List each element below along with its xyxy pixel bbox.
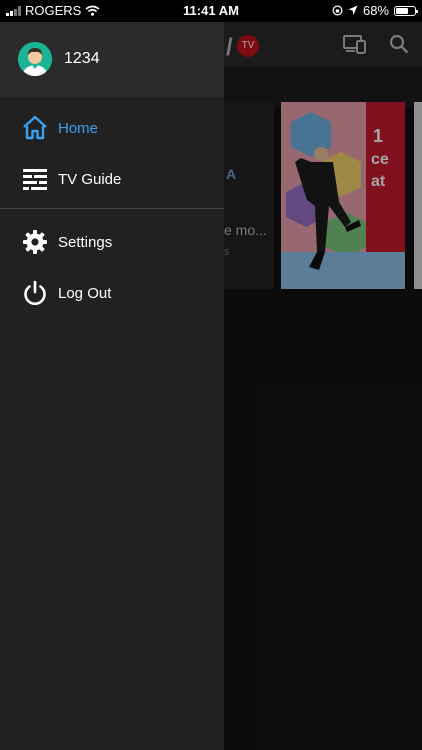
menu-item-label: Home [58, 120, 99, 137]
menu-item-log-out[interactable]: Log Out [0, 272, 224, 316]
avatar [18, 42, 52, 76]
menu-item-home[interactable]: Home [0, 107, 224, 151]
menu-item-label: TV Guide [58, 171, 122, 188]
location-icon [348, 5, 358, 15]
orientation-lock-icon [332, 5, 343, 16]
user-avatar-icon [18, 42, 52, 76]
home-icon [23, 115, 47, 140]
menu-item-label: Log Out [58, 285, 112, 302]
status-right: 68% [332, 3, 418, 18]
username: 1234 [64, 50, 100, 67]
battery-icon [394, 5, 418, 16]
battery-percent: 68% [362, 3, 389, 18]
navigation-drawer: 1234 Home TV Guide Settings Log Out [0, 22, 224, 750]
gear-icon [23, 230, 47, 254]
menu-item-label: Settings [58, 234, 113, 251]
status-bar: ROGERS 11:41 AM 68% [0, 0, 422, 22]
menu-divider [0, 208, 224, 209]
power-icon [24, 280, 46, 305]
menu-item-settings[interactable]: Settings [0, 221, 224, 265]
drawer-header[interactable]: 1234 [0, 22, 224, 97]
tv-guide-icon [23, 169, 47, 190]
drawer-scrim[interactable] [224, 22, 422, 750]
menu-item-tv-guide[interactable]: TV Guide [0, 158, 224, 202]
